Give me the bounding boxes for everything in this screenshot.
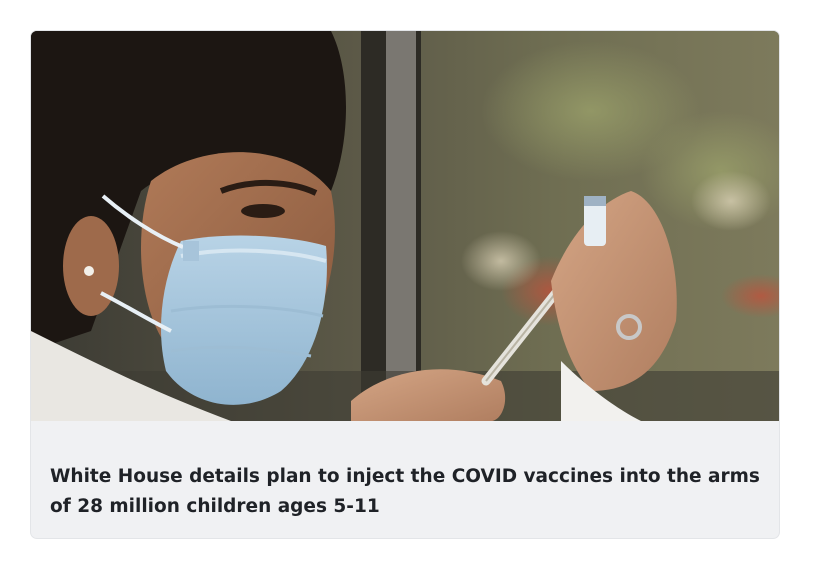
article-photo[interactable] (31, 31, 779, 421)
news-article-card[interactable]: White House details plan to inject the C… (31, 31, 779, 538)
article-headline[interactable]: White House details plan to inject the C… (50, 462, 760, 522)
